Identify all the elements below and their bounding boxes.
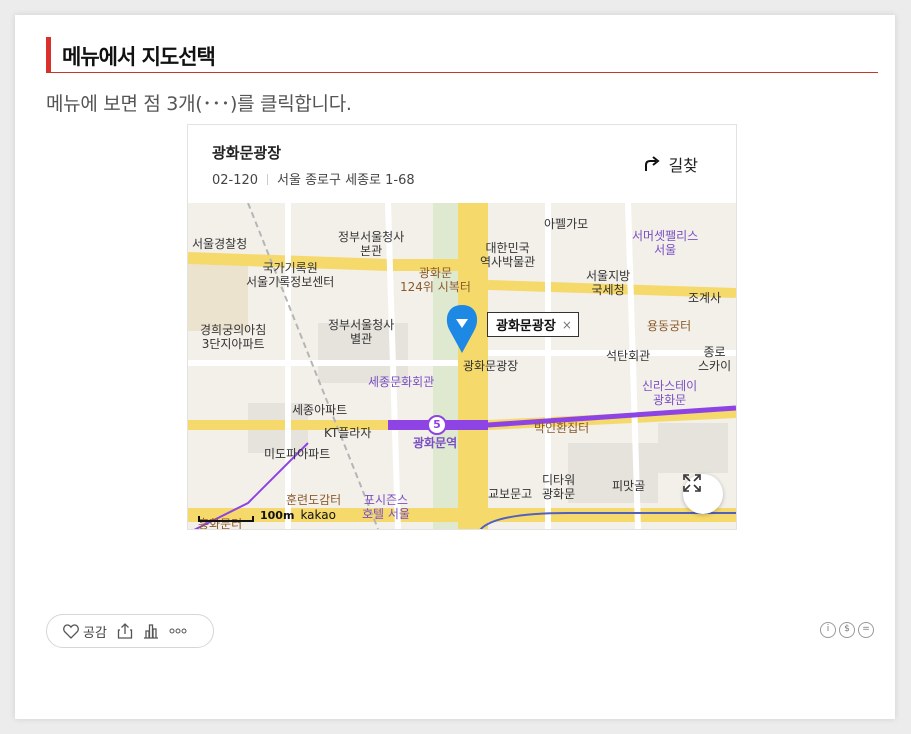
map-label-museum: 대한민국 역사박물관 [480, 241, 536, 269]
callout-name: 광화문광장 [496, 319, 556, 334]
more-button[interactable] [169, 628, 187, 634]
place-info: 02-120 서울 종로구 세종로 1-68 [212, 169, 415, 188]
map-label-shilla-stay: 신라스테이 광화문 [642, 379, 698, 407]
map-label-jogyesa: 조계사 [688, 291, 722, 305]
map-label-tax-office: 서울지방 국세청 [586, 269, 631, 297]
subway-line-5-badge: 5 [433, 418, 441, 431]
directions-arrow-icon [644, 156, 660, 171]
map-label-kyobo: 교보문고 [488, 487, 533, 501]
map-label-mido-apt: 미도파아파트 [264, 447, 331, 461]
map-label-jongno-sky: 종로 스카이 [698, 345, 732, 373]
map-label-pimatgol: 피맛골 [612, 479, 646, 493]
heading-accent-bar [46, 37, 51, 72]
map-label-seoktan: 석탄회관 [606, 349, 651, 363]
stats-icon [143, 624, 158, 639]
place-address: 서울 종로구 세종로 1-68 [277, 173, 415, 188]
map-scale: 100m kakao [198, 508, 336, 522]
map-card[interactable]: 광화문광장 02-120 서울 종로구 세종로 1-68 길찾 서울경찰청 정부… [187, 124, 737, 530]
directions-button[interactable]: 길찾 [643, 152, 698, 176]
cc-nd-icon: = [858, 622, 874, 638]
body-text: 메뉴에 보면 점 3개(･･･)를 클릭합니다. [46, 93, 352, 115]
map-label-plaza-point: 광화문광장 [463, 359, 519, 373]
scale-bar [198, 516, 254, 522]
map-expand-button[interactable] [683, 474, 723, 514]
map-label-police: 서울경찰청 [192, 237, 248, 251]
more-dots-icon [169, 628, 187, 634]
scale-label: 100m [260, 509, 295, 522]
map-label-yongdong: 용동궁터 [647, 319, 692, 333]
map-label-archives: 국가기록원 서울기록정보센터 [246, 261, 335, 289]
post-actions: 공감 [46, 614, 214, 648]
map-view[interactable]: 서울경찰청 정부서울청사 본관 국가기록원 서울기록정보센터 광화문 124위 … [188, 203, 736, 529]
map-label-gwanghwamun-station[interactable]: 광화문역 [413, 436, 457, 450]
map-label-hunryeon: 훈련도감터 [286, 493, 342, 507]
stats-button[interactable] [143, 623, 159, 639]
map-label-gov-annex: 정부서울청사 별관 [328, 318, 395, 346]
map-label-d-tower: 디타워 광화문 [542, 473, 576, 501]
map-label-gyeonghui-apt: 경희궁의아침 3단지아파트 [200, 323, 267, 351]
map-label-park-inhwan: 박인환집터 [534, 421, 590, 435]
post-card: 메뉴에서 지도선택 메뉴에 보면 점 3개(･･･)를 클릭합니다. 광화문광장… [15, 15, 895, 719]
map-label-somerset: 서머셋팰리스 서울 [632, 229, 699, 257]
map-header: 광화문광장 02-120 서울 종로구 세종로 1-68 길찾 [188, 125, 736, 203]
place-name[interactable]: 광화문광장 [212, 142, 281, 163]
map-label-four-seasons: 포시즌스 호텔 서울 [362, 493, 410, 521]
directions-label: 길찾 [668, 156, 698, 175]
map-label-gov-complex: 정부서울청사 본관 [338, 230, 405, 258]
expand-icon [683, 474, 701, 492]
kakao-brand: kakao [300, 508, 336, 522]
like-label: 공감 [83, 625, 107, 641]
share-button[interactable] [117, 623, 133, 639]
callout-close-icon[interactable]: × [562, 318, 572, 332]
map-label-gwanghwamun-gate: 광화문 124위 시복터 [400, 266, 471, 294]
place-phone: 02-120 [212, 173, 259, 188]
section-heading: 메뉴에서 지도선택 [46, 37, 878, 73]
map-label-sejong-apt: 세종아파트 [292, 403, 348, 417]
map-label-kt-plaza: KT플라자 [324, 426, 372, 440]
cc-nc-icon: $ [839, 622, 855, 638]
like-button[interactable]: 공감 [63, 622, 107, 641]
map-label-apelgamo: 아펠가모 [544, 217, 589, 231]
cc-by-icon: i [820, 622, 836, 638]
share-icon [117, 623, 133, 639]
heart-icon [63, 623, 79, 639]
cc-license[interactable]: i $ = [820, 622, 874, 638]
info-divider [267, 174, 269, 185]
place-callout[interactable]: 광화문광장 × [487, 312, 579, 337]
section-title: 메뉴에서 지도선택 [62, 45, 216, 69]
map-label-sejong-center: 세종문화회관 [368, 375, 435, 389]
